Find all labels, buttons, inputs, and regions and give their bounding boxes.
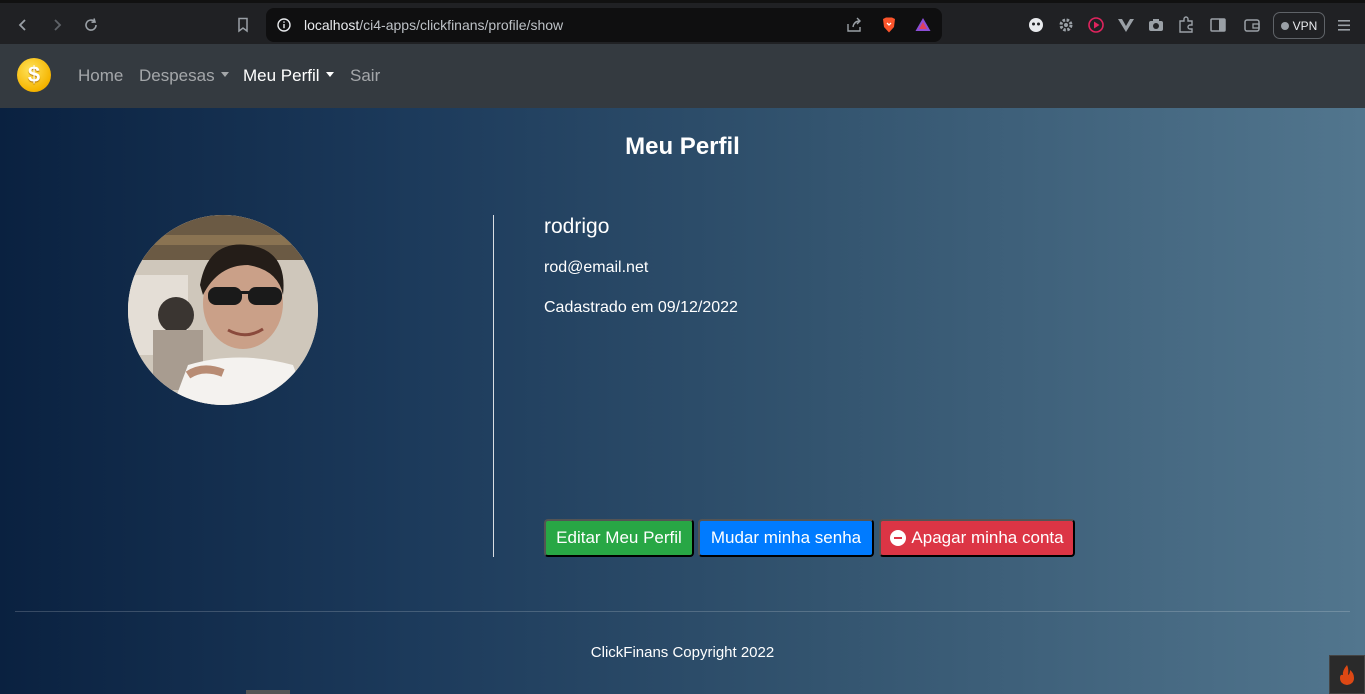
codeigniter-debug-icon[interactable]	[1329, 655, 1365, 694]
scrollbar-thumb[interactable]	[246, 690, 290, 694]
play-extension-icon[interactable]	[1087, 16, 1105, 34]
gear-icon[interactable]	[1057, 16, 1075, 34]
change-password-button[interactable]: Mudar minha senha	[698, 519, 874, 557]
menu-icon[interactable]	[1335, 16, 1353, 34]
share-icon[interactable]	[845, 17, 863, 38]
footer-copyright: ClickFinans Copyright 2022	[590, 644, 775, 661]
nav-despesas-dropdown[interactable]: Despesas	[139, 66, 229, 86]
profile-email: rod@email.net	[544, 259, 649, 276]
site-navbar: $ Home Despesas Meu Perfil Sair	[0, 44, 1365, 108]
reload-icon[interactable]	[81, 15, 101, 35]
edit-profile-button[interactable]: Editar Meu Perfil	[544, 519, 694, 557]
minus-circle-icon	[890, 530, 907, 546]
avatar	[128, 215, 318, 405]
site-info-icon[interactable]	[276, 17, 292, 38]
forward-icon[interactable]	[47, 15, 67, 35]
brave-shield-icon[interactable]	[880, 16, 898, 39]
brand-logo[interactable]: $	[17, 58, 51, 92]
bookmark-icon[interactable]	[233, 15, 253, 35]
delete-account-button[interactable]: Apagar minha conta	[879, 519, 1075, 557]
puzzle-extensions-icon[interactable]	[1177, 16, 1195, 34]
profile-photo	[128, 215, 318, 405]
url-text: localhost/ci4-apps/clickfinans/profile/s…	[304, 17, 563, 33]
wallet-icon[interactable]	[1243, 16, 1261, 34]
footer-divider	[15, 611, 1350, 612]
vpn-label: VPN	[1292, 18, 1318, 33]
brave-rewards-icon[interactable]	[914, 16, 932, 39]
page-title: Meu Perfil	[625, 133, 740, 160]
address-bar[interactable]: localhost/ci4-apps/clickfinans/profile/s…	[266, 8, 942, 42]
caret-down-icon	[220, 72, 229, 78]
url-path: /ci4-apps/clickfinans/profile/show	[359, 17, 564, 33]
browser-toolbar: localhost/ci4-apps/clickfinans/profile/s…	[0, 0, 1365, 44]
main-content: Meu Perfil rodrigo rod@email.net Cadastr…	[0, 108, 1365, 694]
sidebar-icon[interactable]	[1209, 16, 1227, 34]
nav-meu-perfil-dropdown[interactable]: Meu Perfil	[243, 66, 334, 86]
vue-devtools-icon[interactable]	[1117, 16, 1135, 34]
camera-icon[interactable]	[1147, 16, 1165, 34]
vpn-button[interactable]: VPN	[1273, 12, 1325, 39]
profile-username: rodrigo	[544, 215, 610, 238]
dollar-icon: $	[27, 62, 41, 87]
vertical-divider	[493, 215, 494, 557]
back-icon[interactable]	[13, 15, 33, 35]
profile-created-date: Cadastrado em 09/12/2022	[544, 299, 738, 316]
extension-face-icon[interactable]	[1027, 16, 1045, 34]
url-host: localhost	[304, 17, 360, 33]
vpn-status-icon	[1280, 21, 1289, 30]
caret-down-icon	[325, 72, 334, 78]
nav-sair[interactable]: Sair	[350, 66, 380, 86]
nav-home[interactable]: Home	[78, 66, 123, 86]
